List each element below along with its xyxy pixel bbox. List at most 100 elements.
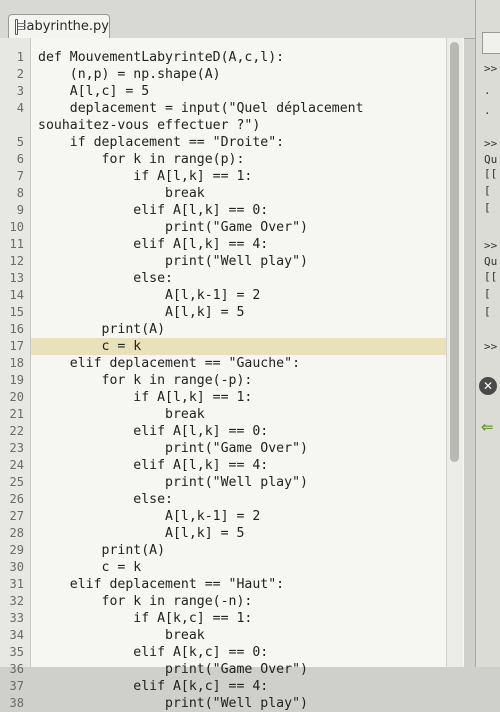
code-line[interactable]: 15 A[l,k] = 5 [0,304,446,321]
console-fragment: [ [484,201,491,214]
code-line[interactable]: 29 print(A) [0,542,446,559]
code-text: print("Well play") [38,254,308,269]
tab-bar: labyrinthe.py [0,0,475,39]
code-line[interactable]: 6 for k in range(p): [0,151,446,168]
line-number: 13 [9,271,24,285]
code-text: if A[l,k] == 1: [38,169,253,184]
code-line[interactable]: 11 elif A[l,k] == 4: [0,236,446,253]
code-line[interactable]: 12 print("Well play") [0,253,446,270]
line-number: 36 [9,662,24,676]
code-line[interactable]: 3 A[l,c] = 5 [0,83,446,100]
code-line[interactable]: 36 print("Game Over") [0,661,446,678]
line-number: 34 [9,628,24,642]
code-line[interactable]: 24 elif A[l,k] == 4: [0,457,446,474]
code-line[interactable]: 28 A[l,k] = 5 [0,525,446,542]
line-number: 38 [9,696,24,710]
code-line[interactable]: 1 def MouvementLabyrinteD(A,c,l): [0,49,446,66]
code-text: print(A) [38,322,166,337]
line-number: 30 [9,560,24,574]
console-fragment: [[ [484,167,498,180]
code-line[interactable]: 7 if A[l,k] == 1: [0,168,446,185]
console-fragment: >> [484,340,498,353]
console-tab[interactable] [482,32,500,54]
code-line[interactable]: 34 break [0,627,446,644]
code-text: elif deplacement == "Gauche": [38,356,301,371]
file-icon [15,18,25,35]
code-line[interactable]: 22 elif A[l,k] == 0: [0,423,446,440]
code-line[interactable]: 32 for k in range(-n): [0,593,446,610]
code-line[interactable]: 13 else: [0,270,446,287]
code-line[interactable]: 25 print("Well play") [0,474,446,491]
code-line[interactable]: 18 elif deplacement == "Gauche": [0,355,446,372]
console-fragment: Qu [484,255,498,268]
code-line[interactable]: 4 deplacement = input("Quel déplacement [0,100,446,117]
code-line[interactable]: 33 if A[k,c] == 1: [0,610,446,627]
code-line[interactable]: 27 A[l,k-1] = 2 [0,508,446,525]
console-fragment: . [484,104,491,117]
code-text: if A[l,k] == 1: [38,390,253,405]
line-number: 17 [9,339,24,353]
code-text: A[l,c] = 5 [38,84,150,99]
code-line[interactable]: 2 (n,p) = np.shape(A) [0,66,446,83]
code-line[interactable]: 21 break [0,406,446,423]
line-number: 29 [9,543,24,557]
code-line[interactable]: 35 elif A[k,c] == 0: [0,644,446,661]
code-text: else: [38,271,173,286]
code-line[interactable]: souhaitez-vous effectuer ?") [0,117,446,134]
arrow-left-icon[interactable]: ⇐ [481,418,494,436]
console-fragment: . [484,84,491,97]
line-number: 33 [9,611,24,625]
code-line[interactable]: 31 elif deplacement == "Haut": [0,576,446,593]
line-number: 7 [16,169,24,183]
line-number: 18 [9,356,24,370]
scroll-thumb[interactable] [450,42,459,462]
line-number: 35 [9,645,24,659]
tab-file[interactable]: labyrinthe.py [8,14,110,38]
code-line[interactable]: 19 for k in range(-p): [0,372,446,389]
code-line[interactable]: 38 print("Well play") [0,695,446,712]
code-line[interactable]: 9 elif A[l,k] == 0: [0,202,446,219]
code-line[interactable]: 30 c = k [0,559,446,576]
line-number: 15 [9,305,24,319]
line-number: 28 [9,526,24,540]
line-number: 12 [9,254,24,268]
code-text: print("Well play") [38,696,308,711]
code-line[interactable]: 5 if deplacement == "Droite": [0,134,446,151]
code-text: elif A[l,k] == 0: [38,203,269,218]
line-number: 19 [9,373,24,387]
line-number: 8 [16,186,24,200]
console-fragment: Qu [484,153,498,166]
line-number: 26 [9,492,24,506]
line-number: 1 [16,50,24,64]
code-text: elif deplacement == "Haut": [38,577,285,592]
console-fragment: [ [484,184,491,197]
line-number: 5 [16,135,24,149]
code-text: print("Well play") [38,475,308,490]
code-text: break [38,628,205,643]
code-text: def MouvementLabyrinteD(A,c,l): [38,50,285,65]
code-line[interactable]: 10 print("Game Over") [0,219,446,236]
code-line[interactable]: 23 print("Game Over") [0,440,446,457]
code-text: print("Game Over") [38,220,308,235]
code-line[interactable]: 26 else: [0,491,446,508]
close-icon[interactable]: ✕ [479,377,497,395]
console-fragment: [ [484,305,491,318]
code-text: A[l,k] = 5 [38,305,245,320]
code-line[interactable]: 14 A[l,k-1] = 2 [0,287,446,304]
code-text: else: [38,492,173,507]
line-number: 14 [9,288,24,302]
editor-scrollbar[interactable] [446,38,463,667]
code-text: break [38,186,205,201]
line-number: 27 [9,509,24,523]
code-line[interactable]: 17 c = k [10,338,446,355]
code-text: elif A[k,c] == 4: [38,679,269,694]
code-line[interactable]: 20 if A[l,k] == 1: [0,389,446,406]
code-editor[interactable]: 1 def MouvementLabyrinteD(A,c,l): 2 (n,p) … [0,38,464,711]
code-text: A[l,k] = 5 [38,526,245,541]
line-number: 23 [9,441,24,455]
code-line[interactable]: 16 print(A) [0,321,446,338]
code-line[interactable]: 8 break [0,185,446,202]
code-text: for k in range(-p): [38,373,253,388]
line-number: 6 [16,152,24,166]
code-line[interactable]: 37 elif A[k,c] == 4: [0,678,446,695]
